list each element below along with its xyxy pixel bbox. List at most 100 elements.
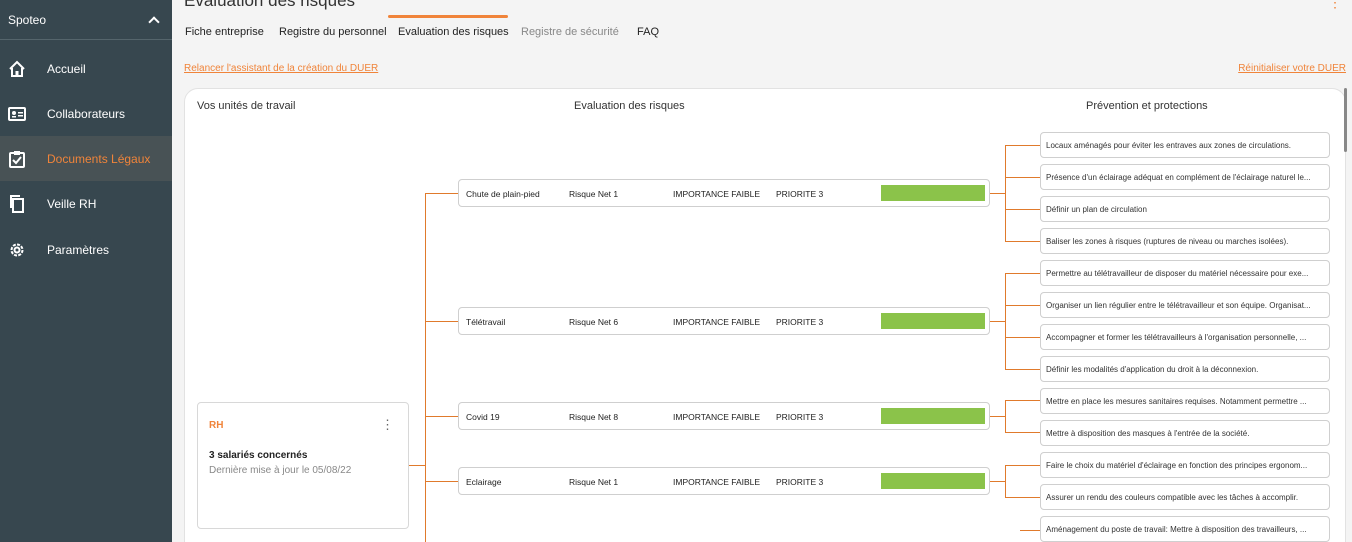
connector-line: [1005, 497, 1040, 498]
chevron-up-icon[interactable]: [148, 15, 160, 28]
sidebar-item-veille-rh[interactable]: Veille RH: [0, 181, 172, 226]
risk-level-bar: [881, 313, 985, 329]
active-tab-indicator: [388, 15, 508, 18]
connector-line: [425, 481, 458, 482]
connector-line: [990, 416, 1005, 417]
connector-line: [1005, 209, 1040, 210]
unit-employee-count: 3 salariés concernés: [209, 450, 308, 461]
unit-last-update: Dernière mise à jour le 05/08/22: [209, 465, 352, 476]
connector-line: [425, 321, 458, 322]
prevention-item[interactable]: Mettre en place les mesures sanitaires r…: [1040, 388, 1330, 414]
tab-evaluation-des-risques[interactable]: Evaluation des risques: [398, 26, 509, 38]
connector-line: [1005, 145, 1040, 146]
prevention-item[interactable]: Accompagner et former les télétravailleu…: [1040, 324, 1330, 350]
prevention-item[interactable]: Présence d'un éclairage adéquat en compl…: [1040, 164, 1330, 190]
sidebar-item-label: Veille RH: [47, 196, 97, 211]
prevention-item[interactable]: Baliser les zones à risques (ruptures de…: [1040, 228, 1330, 254]
prevention-item[interactable]: Faire le choix du matériel d'éclairage e…: [1040, 452, 1330, 478]
risk-net: Risque Net 1: [569, 477, 619, 487]
connector-line: [1005, 400, 1006, 432]
risk-level-bar: [881, 408, 985, 424]
prevention-item[interactable]: Organiser un lien régulier entre le télé…: [1040, 292, 1330, 318]
reset-duer-link[interactable]: Réinitialiser votre DUER: [1238, 63, 1346, 74]
sidebar: Spoteo Accueil Collaborateurs Documents …: [0, 0, 172, 542]
prevention-item[interactable]: Définir un plan de circulation: [1040, 196, 1330, 222]
sidebar-item-label: Accueil: [47, 61, 86, 76]
connector-line: [1005, 337, 1040, 338]
relaunch-assistant-link[interactable]: Relancer l'assistant de la création du D…: [184, 63, 378, 74]
sidebar-header[interactable]: Spoteo: [0, 0, 172, 40]
sidebar-item-parametres[interactable]: Paramètres: [0, 227, 172, 272]
risk-priority: PRIORITE 3: [776, 412, 824, 422]
connector-line: [1005, 273, 1040, 274]
connector-line: [1005, 465, 1040, 466]
prevention-item[interactable]: Locaux aménagés pour éviter les entraves…: [1040, 132, 1330, 158]
sidebar-item-label: Documents Légaux: [47, 151, 151, 166]
connector-line: [1005, 465, 1006, 497]
connector-line: [1020, 530, 1040, 531]
risk-name: Télétravail: [466, 317, 506, 327]
connector-line: [1005, 432, 1040, 433]
risk-name: Eclairage: [466, 477, 502, 487]
connector-line: [425, 193, 426, 542]
connector-line: [1005, 241, 1040, 242]
risk-priority: PRIORITE 3: [776, 317, 824, 327]
risk-name: Covid 19: [466, 412, 500, 422]
sidebar-item-collaborateurs[interactable]: Collaborateurs: [0, 91, 172, 136]
prevention-item[interactable]: Mettre à disposition des masques à l'ent…: [1040, 420, 1330, 446]
home-icon: [9, 60, 25, 77]
risk-net: Risque Net 8: [569, 412, 619, 422]
sidebar-item-documents-legaux[interactable]: Documents Légaux: [0, 136, 172, 181]
connector-line: [1005, 145, 1006, 242]
risk-net: Risque Net 1: [569, 189, 619, 199]
work-unit-card[interactable]: RH ⋮ 3 salariés concernés Dernière mise …: [197, 402, 409, 529]
risk-level-bar: [881, 185, 985, 201]
connector-line: [990, 321, 1005, 322]
prevention-item[interactable]: Permettre au télétravailleur de disposer…: [1040, 260, 1330, 286]
connector-line: [990, 481, 1005, 482]
prevention-item[interactable]: Aménagement du poste de travail: Mettre …: [1040, 516, 1330, 542]
column-header-risks: Evaluation des risques: [574, 100, 685, 112]
clipboard-check-icon: [9, 150, 25, 168]
scrollbar-thumb[interactable]: [1344, 88, 1347, 152]
prevention-item[interactable]: Définir les modalités d'application du d…: [1040, 356, 1330, 382]
sidebar-item-label: Collaborateurs: [47, 106, 126, 121]
brand-name: Spoteo: [8, 12, 47, 27]
connector-line: [1005, 305, 1040, 306]
risk-priority: PRIORITE 3: [776, 477, 824, 487]
risk-importance: IMPORTANCE FAIBLE: [673, 317, 761, 327]
more-vertical-icon[interactable]: ⋮: [1328, 0, 1342, 11]
risk-row[interactable]: Chute de plain-pied Risque Net 1 IMPORTA…: [458, 179, 990, 207]
tab-faq[interactable]: FAQ: [637, 26, 659, 38]
risk-row[interactable]: Télétravail Risque Net 6 IMPORTANCE FAIB…: [458, 307, 990, 335]
tab-fiche-entreprise[interactable]: Fiche entreprise: [185, 26, 264, 38]
gear-icon: [10, 243, 24, 256]
risk-priority: PRIORITE 3: [776, 189, 824, 199]
prevention-item[interactable]: Assurer un rendu des couleurs compatible…: [1040, 484, 1330, 510]
sidebar-item-accueil[interactable]: Accueil: [0, 46, 172, 91]
column-header-prevention: Prévention et protections: [1086, 100, 1208, 112]
more-vertical-icon[interactable]: ⋮: [381, 417, 394, 433]
risk-name: Chute de plain-pied: [466, 189, 540, 199]
header-bar: Evaluation des risques ⋮ Fiche entrepris…: [172, 0, 1352, 46]
sidebar-item-label: Paramètres: [47, 242, 110, 257]
connector-line: [990, 193, 1005, 194]
column-header-units: Vos unités de travail: [197, 100, 296, 112]
connector-line: [1005, 369, 1040, 370]
copy-icon: [10, 194, 24, 213]
tab-registre-de-securite[interactable]: Registre de sécurité: [521, 26, 619, 38]
risk-importance: IMPORTANCE FAIBLE: [673, 412, 761, 422]
connector-line: [425, 416, 458, 417]
connector-line: [409, 465, 425, 466]
risk-level-bar: [881, 473, 985, 489]
risk-importance: IMPORTANCE FAIBLE: [673, 477, 761, 487]
connector-line: [1005, 400, 1040, 401]
risk-importance: IMPORTANCE FAIBLE: [673, 189, 761, 199]
risk-row[interactable]: Covid 19 Risque Net 8 IMPORTANCE FAIBLE …: [458, 402, 990, 430]
risk-row[interactable]: Eclairage Risque Net 1 IMPORTANCE FAIBLE…: [458, 467, 990, 495]
risk-net: Risque Net 6: [569, 317, 619, 327]
page-title: Evaluation des risques: [184, 0, 356, 10]
id-card-icon: [8, 106, 26, 121]
connector-line: [1005, 273, 1006, 370]
tab-registre-du-personnel[interactable]: Registre du personnel: [279, 26, 387, 38]
